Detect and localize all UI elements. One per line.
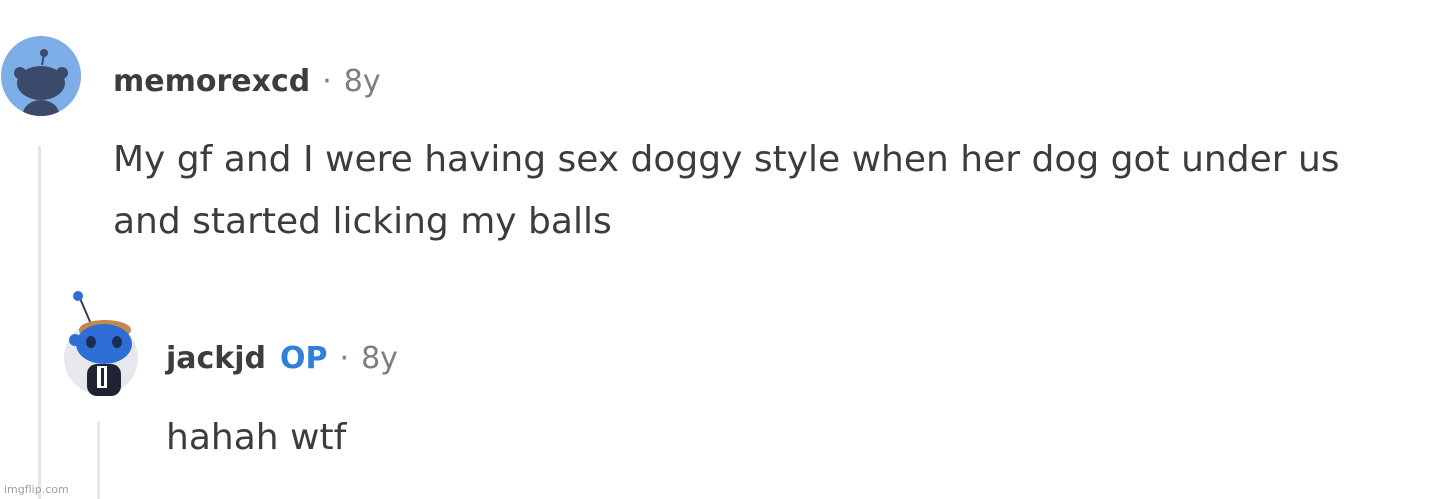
- snoo-avatar-icon: [64, 291, 138, 396]
- comment-body: hahah wtf: [166, 417, 347, 458]
- separator-dot: ·: [322, 64, 332, 99]
- snoo-avatar-icon: [1, 36, 81, 116]
- username[interactable]: jackjd: [166, 341, 266, 376]
- op-badge: OP: [280, 341, 328, 376]
- comment-body: My gf and I were having sex doggy style …: [113, 139, 1340, 242]
- comment-age[interactable]: 8y: [344, 64, 381, 99]
- avatar[interactable]: [61, 290, 141, 400]
- comment-meta: jackjd OP · 8y: [166, 341, 398, 376]
- comment-meta: memorexcd · 8y: [113, 64, 381, 99]
- username[interactable]: memorexcd: [113, 64, 310, 99]
- avatar[interactable]: [1, 36, 81, 116]
- separator-dot: ·: [339, 341, 350, 376]
- thread-line-1[interactable]: [38, 146, 41, 499]
- imgflip-watermark: imgflip.com: [4, 483, 69, 496]
- thread-line-2[interactable]: [97, 422, 100, 499]
- comment-age[interactable]: 8y: [361, 341, 398, 376]
